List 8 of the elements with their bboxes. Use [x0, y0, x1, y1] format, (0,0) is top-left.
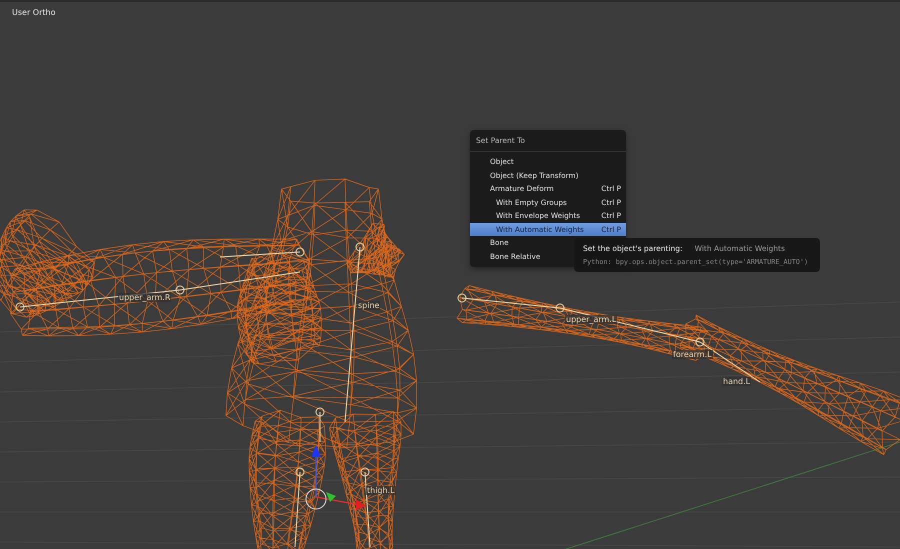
bone-label: upper_arm.R: [118, 293, 172, 302]
bone-label: spine: [357, 301, 380, 310]
bone-label: upper_arm.L: [565, 315, 618, 324]
axis-gizmo-drawing: [306, 445, 366, 510]
bone-label: forearm.L: [672, 350, 713, 359]
bone-label: hand.L: [722, 377, 752, 386]
bone-label: thigh.L: [366, 486, 396, 495]
view-label: User Ortho: [12, 8, 56, 17]
